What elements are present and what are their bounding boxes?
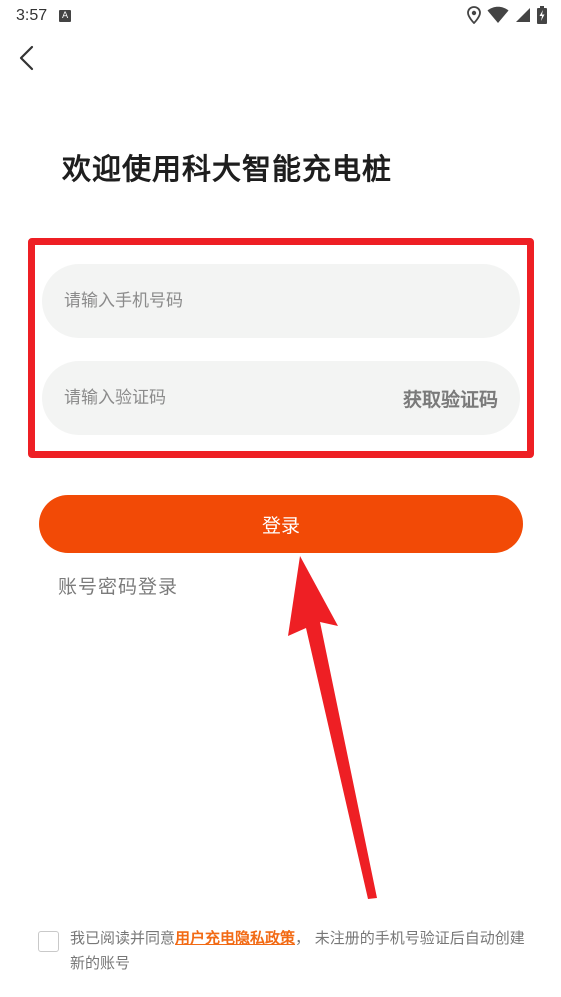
signal-icon xyxy=(516,8,530,22)
agreement-text: 我已阅读并同意用户充电隐私政策， 未注册的手机号验证后自动创建新的账号 xyxy=(70,926,538,976)
back-button[interactable] xyxy=(14,42,42,74)
annotation-arrow-icon xyxy=(288,556,377,899)
code-input[interactable] xyxy=(64,388,403,408)
login-button[interactable]: 登录 xyxy=(39,495,523,553)
agreement-row: 我已阅读并同意用户充电隐私政策， 未注册的手机号验证后自动创建新的账号 xyxy=(38,926,538,976)
get-code-button[interactable]: 获取验证码 xyxy=(403,385,498,412)
chevron-left-icon xyxy=(19,45,34,71)
status-icons xyxy=(467,6,547,24)
notification-badge: A xyxy=(59,10,72,22)
phone-input[interactable] xyxy=(64,291,498,311)
login-screen: 3:57 A 欢迎使用科大智能充电桩 请输入手机号码 请输入验证码 获取验证码 … xyxy=(0,0,561,997)
agreement-prefix: 我已阅读并同意 xyxy=(70,929,176,947)
code-field[interactable]: 获取验证码 xyxy=(42,361,520,435)
agree-checkbox[interactable] xyxy=(38,931,59,952)
status-bar: 3:57 A xyxy=(0,0,561,32)
battery-icon xyxy=(537,6,547,24)
password-login-link[interactable]: 账号密码登录 xyxy=(58,572,178,599)
location-icon xyxy=(467,6,481,24)
phone-field[interactable] xyxy=(42,264,520,338)
page-title: 欢迎使用科大智能充电桩 xyxy=(62,152,393,186)
status-time: 3:57 xyxy=(16,7,48,24)
wifi-icon xyxy=(487,6,509,23)
privacy-policy-link[interactable]: 用户充电隐私政策 xyxy=(175,929,295,947)
